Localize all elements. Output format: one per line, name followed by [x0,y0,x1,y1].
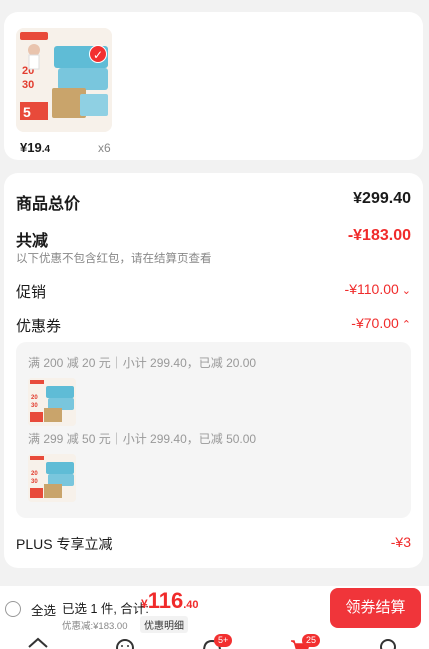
select-all-radio[interactable] [5,601,21,617]
coupon-product-image: 20 30 [28,378,76,426]
chevron-up-icon: ⌃ [401,319,411,331]
total-price-label: 商品总价 [16,196,81,213]
coupon-detail-box: 满 200 减 20 元｜小计 299.40，已减 20.00 20 30 满 … [16,342,411,518]
reduce-note: 以下优惠不包含红包，请在结算页查看 [16,253,212,265]
item-quantity: x6 [98,141,111,155]
total-price-value: ¥299.40 [353,190,411,207]
selected-check-icon[interactable]: ✓ [89,45,107,63]
item-price: ¥19.4 [20,140,51,155]
coupon-rule: 满 200 减 20 元｜小计 299.40，已减 20.00 [28,356,257,370]
discount-summary: 优惠减:¥183.00 [62,621,128,632]
profile-icon[interactable] [377,637,399,649]
promo-label: 促销 [16,284,47,301]
coupon-rule: 满 299 减 50 元｜小计 299.40，已减 50.00 [28,432,257,446]
plus-value: -¥3 [390,534,411,550]
price-summary-card: 商品总价 ¥299.40 共减 -¥183.00 以下优惠不包含红包，请在结算页… [4,173,423,568]
svg-text:20: 20 [31,395,38,401]
total-reduce-label: 共减 [16,233,49,250]
home-icon[interactable] [27,637,49,649]
message-badge: 5+ [214,634,233,647]
cart-badge: 25 [302,634,321,647]
svg-text:5: 5 [23,104,31,120]
plus-label: PLUS 专享立减 [16,536,113,552]
coupon-value: -¥70.00 [351,315,399,331]
total-amount: ¥116.40 [141,588,199,613]
svg-text:30: 30 [31,479,38,485]
select-all-label[interactable]: 全选 [31,600,56,619]
selected-total-label: 已选 1 件, 合计: [62,602,149,616]
coupon-product-image: 20 30 [28,454,76,502]
svg-text:20: 20 [31,471,38,477]
svg-text:30: 30 [22,79,34,91]
selected-product-card: 20 30 5 ✓ ¥19.4 x6 [4,12,423,160]
total-reduce-value: -¥183.00 [347,227,411,244]
chevron-down-icon: ⌄ [401,285,411,297]
checkout-button[interactable]: 领券结算 [330,588,421,628]
promo-value: -¥110.00 [344,281,399,297]
discount-detail-button[interactable]: 优惠明细 [140,616,188,633]
product-image[interactable]: 20 30 5 [16,28,112,132]
smile-icon[interactable] [114,637,136,649]
promo-row[interactable]: -¥110.00 ⌄ [345,281,411,297]
coupon-label: 优惠券 [16,318,62,335]
coupon-row[interactable]: -¥70.00 ⌃ [351,315,411,331]
checkout-bar: 全选 已选 1 件, 合计: ¥116.40 优惠减:¥183.00 优惠明细 … [0,586,429,649]
svg-text:30: 30 [31,403,38,409]
